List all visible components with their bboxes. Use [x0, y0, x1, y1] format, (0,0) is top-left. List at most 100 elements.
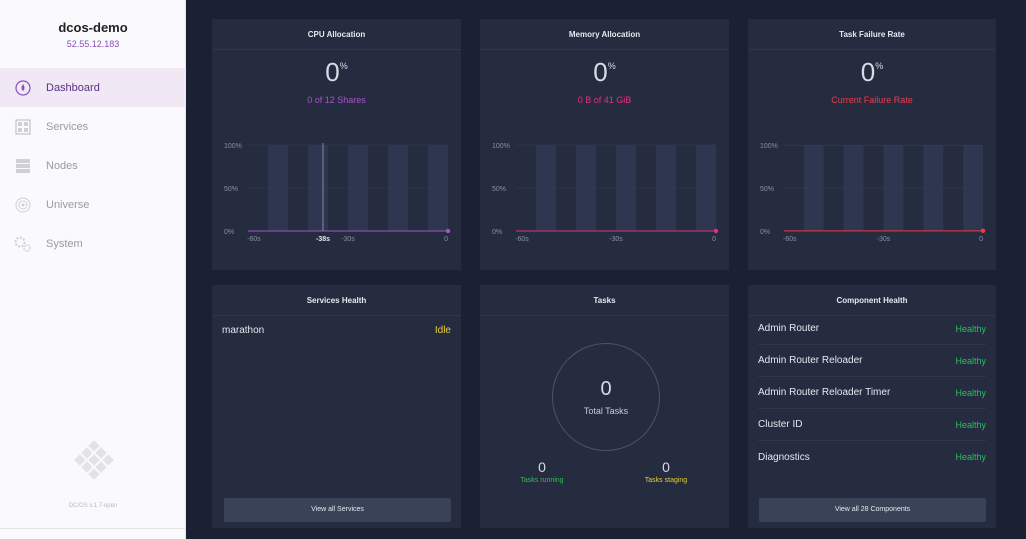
memory-usage: 0 B of 41 GiB — [577, 95, 632, 105]
cpu-shares: 0 of 12 Shares — [307, 95, 366, 105]
y-tick-label: 50% — [224, 186, 238, 193]
system-icon — [14, 235, 32, 253]
failure-percent-unit: % — [875, 61, 884, 71]
card-title: Component Health — [748, 285, 996, 316]
sidebar-divider — [0, 528, 186, 529]
services-icon — [14, 118, 32, 136]
cluster-info[interactable]: dcos-demo 52.55.12.183 — [0, 20, 186, 49]
total-tasks-count: 0 — [600, 378, 612, 400]
sidebar-item-services[interactable]: Services — [0, 107, 186, 146]
sidebar-item-system[interactable]: System — [0, 224, 186, 263]
component-status: Healthy — [955, 387, 986, 398]
sidebar-item-nodes[interactable]: Nodes — [0, 146, 186, 185]
tasks-staging: 0 Tasks staging — [626, 459, 706, 484]
card-title: CPU Allocation — [212, 19, 461, 50]
universe-icon — [14, 196, 32, 214]
y-tick-label: 50% — [760, 186, 774, 193]
y-tick-label: 0% — [224, 229, 234, 236]
card-title: Task Failure Rate — [748, 19, 996, 50]
sidebar-nav: Dashboard Services Nodes Universe System — [0, 68, 186, 263]
sidebar-item-label: Services — [46, 120, 89, 133]
sidebar-item-label: System — [46, 237, 83, 250]
dashboard-icon — [14, 79, 32, 97]
service-row[interactable]: marathon Idle — [222, 325, 451, 336]
component-name: Cluster ID — [758, 419, 803, 430]
cpu-chart: 100% 50% 0% -60s -38s -30s 0 — [212, 119, 461, 267]
x-tick-label: -60s — [247, 236, 261, 243]
view-all-services-button[interactable]: View all Services — [224, 498, 451, 522]
x-tick-label: -38s — [316, 236, 330, 243]
component-row[interactable]: Cluster ID Healthy — [758, 409, 986, 441]
failure-percent-value: 0 — [860, 57, 876, 87]
sidebar-item-label: Universe — [46, 198, 90, 211]
version-label: DC/OS v.1.7-open — [68, 503, 118, 509]
service-name: marathon — [222, 325, 265, 336]
tasks-running-label: Tasks running — [520, 477, 564, 484]
component-row[interactable]: Admin Router Healthy — [758, 313, 986, 345]
component-row[interactable]: Diagnostics Healthy — [758, 441, 986, 473]
dcos-logo — [72, 438, 116, 482]
service-status: Idle — [434, 325, 451, 336]
component-name: Diagnostics — [758, 451, 810, 463]
component-status: Healthy — [955, 355, 986, 366]
cluster-name: dcos-demo — [58, 20, 128, 35]
x-tick-label: 0 — [712, 236, 716, 243]
chart-current-point — [980, 228, 986, 234]
memory-allocation-card: Memory Allocation 0% 0 B of 41 GiB 100% 5… — [480, 19, 729, 270]
memory-percent-unit: % — [607, 61, 616, 71]
chart-current-point — [445, 228, 451, 234]
failure-chart: 100% 50% 0% -60s -30s 0 — [748, 119, 996, 267]
tasks-running-count: 0 — [538, 459, 546, 475]
cpu-percent: 0% — [212, 57, 461, 88]
component-name: Admin Router — [758, 323, 820, 334]
tasks-staging-count: 0 — [662, 459, 670, 475]
x-tick-label: -60s — [515, 236, 529, 243]
component-name: Admin Router Reloader Timer — [758, 387, 891, 398]
total-tasks-ring: 0 Total Tasks — [552, 343, 660, 451]
failure-percent: 0% — [748, 57, 996, 88]
component-status: Healthy — [955, 452, 986, 462]
task-failure-card: Task Failure Rate 0% Current Failure Rat… — [748, 19, 996, 270]
chart-current-point — [713, 228, 719, 234]
component-name: Admin Router Reloader — [758, 355, 863, 366]
view-all-components-button[interactable]: View all 28 Components — [759, 498, 986, 522]
x-tick-label: -60s — [783, 236, 797, 243]
component-status: Healthy — [955, 323, 986, 334]
x-tick-label: 0 — [979, 236, 983, 243]
failure-chart-svg: 100% 50% 0% -60s -30s 0 — [760, 143, 986, 243]
total-tasks-label: Total Tasks — [583, 406, 629, 416]
tasks-card: Tasks 0 Total Tasks 0 Tasks running 0 Ta… — [480, 285, 729, 528]
failure-rate-label: Current Failure Rate — [831, 95, 913, 105]
y-tick-label: 0% — [760, 229, 770, 236]
x-tick-label: -30s — [609, 236, 623, 243]
component-health-card: Component Health Admin Router Healthy Ad… — [748, 285, 996, 528]
x-tick-label: -30s — [877, 236, 891, 243]
nodes-icon — [14, 157, 32, 175]
x-tick-label: -30s — [341, 236, 355, 243]
y-tick-label: 100% — [224, 143, 242, 150]
x-tick-label: 0 — [444, 236, 448, 243]
sidebar-item-label: Nodes — [46, 159, 78, 172]
card-title: Services Health — [212, 285, 461, 316]
tasks-running: 0 Tasks running — [502, 459, 582, 484]
cluster-ip: 52.55.12.183 — [66, 39, 120, 49]
sidebar: dcos-demo 52.55.12.183 Dashboard Service… — [0, 0, 186, 539]
cpu-percent-unit: % — [339, 61, 348, 71]
card-title: Tasks — [480, 285, 729, 316]
cpu-percent-value: 0 — [325, 57, 340, 87]
cpu-chart-svg: 100% 50% 0% -60s -38s -30s 0 — [224, 143, 451, 243]
memory-percent-value: 0 — [593, 57, 608, 87]
card-title: Memory Allocation — [480, 19, 729, 50]
component-row[interactable]: Admin Router Reloader Timer Healthy — [758, 377, 986, 409]
y-tick-label: 100% — [492, 143, 510, 150]
cpu-allocation-card: CPU Allocation 0% 0 of 12 Shares 100% 50%… — [212, 19, 461, 270]
y-tick-label: 50% — [492, 186, 506, 193]
sidebar-item-label: Dashboard — [46, 81, 100, 94]
tasks-staging-label: Tasks staging — [644, 477, 688, 484]
services-health-card: Services Health marathon Idle View all S… — [212, 285, 461, 528]
component-row[interactable]: Admin Router Reloader Healthy — [758, 345, 986, 377]
sidebar-item-dashboard[interactable]: Dashboard — [0, 68, 186, 107]
sidebar-item-universe[interactable]: Universe — [0, 185, 186, 224]
memory-chart-svg: 100% 50% 0% -60s -30s 0 — [492, 143, 719, 243]
memory-chart: 100% 50% 0% -60s -30s 0 — [480, 119, 729, 267]
